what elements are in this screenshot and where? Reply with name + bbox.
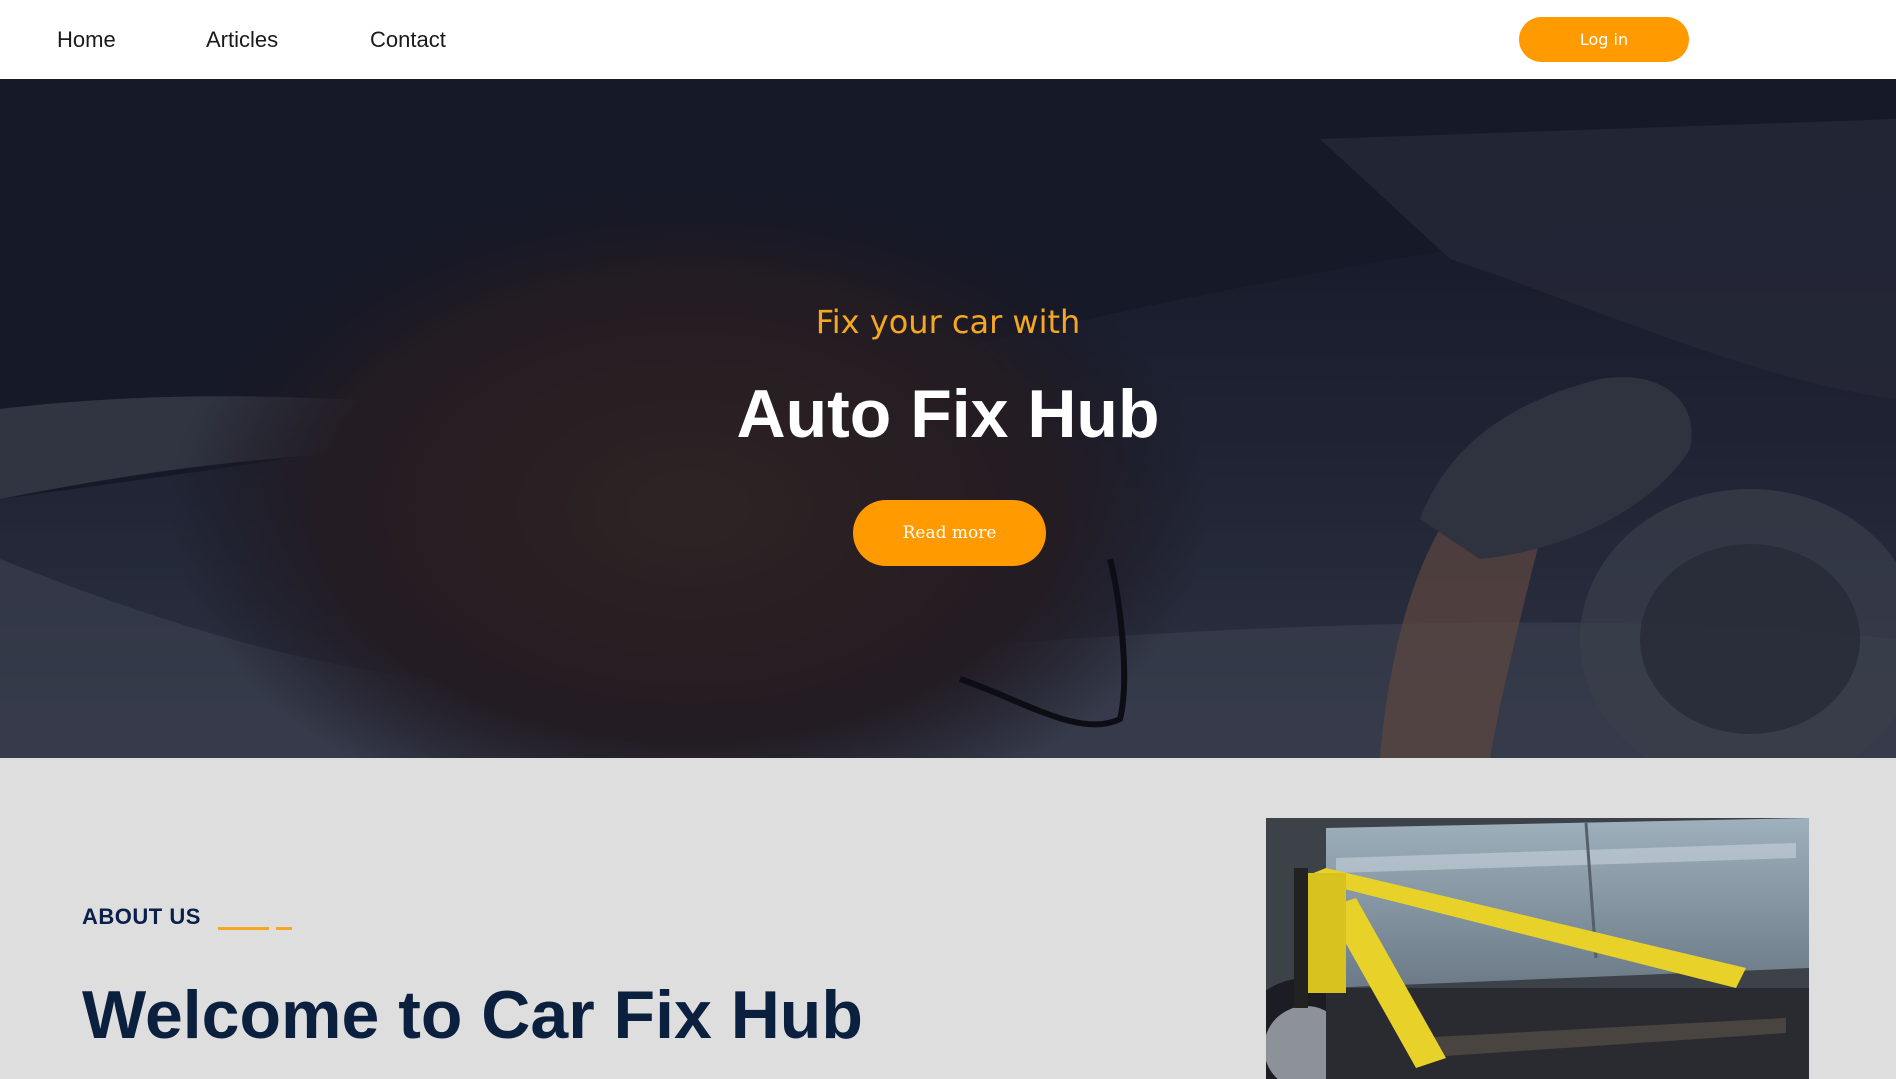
- navbar: Home Articles Contact Log in: [0, 0, 1896, 79]
- about-accent-dash: [276, 927, 292, 930]
- hero-subtitle: Fix your car with: [815, 303, 1081, 341]
- car-on-lift-illustration: [1266, 818, 1809, 1079]
- about-section: ABOUT US Welcome to Car Fix Hub: [0, 758, 1896, 1079]
- nav-articles-link[interactable]: Articles: [206, 27, 278, 53]
- about-title: Welcome to Car Fix Hub: [82, 977, 863, 1053]
- read-more-button[interactable]: Read more: [853, 500, 1046, 566]
- about-us-label: ABOUT US: [82, 904, 201, 929]
- nav-contact-link[interactable]: Contact: [370, 27, 446, 53]
- login-button[interactable]: Log in: [1519, 17, 1689, 62]
- car-on-lift-image: [1266, 818, 1809, 1079]
- nav-home-link[interactable]: Home: [57, 27, 116, 53]
- hero-title: Auto Fix Hub: [736, 376, 1160, 452]
- hero-section: Fix your car with Auto Fix Hub Read more: [0, 79, 1896, 758]
- about-accent-line: [218, 927, 269, 930]
